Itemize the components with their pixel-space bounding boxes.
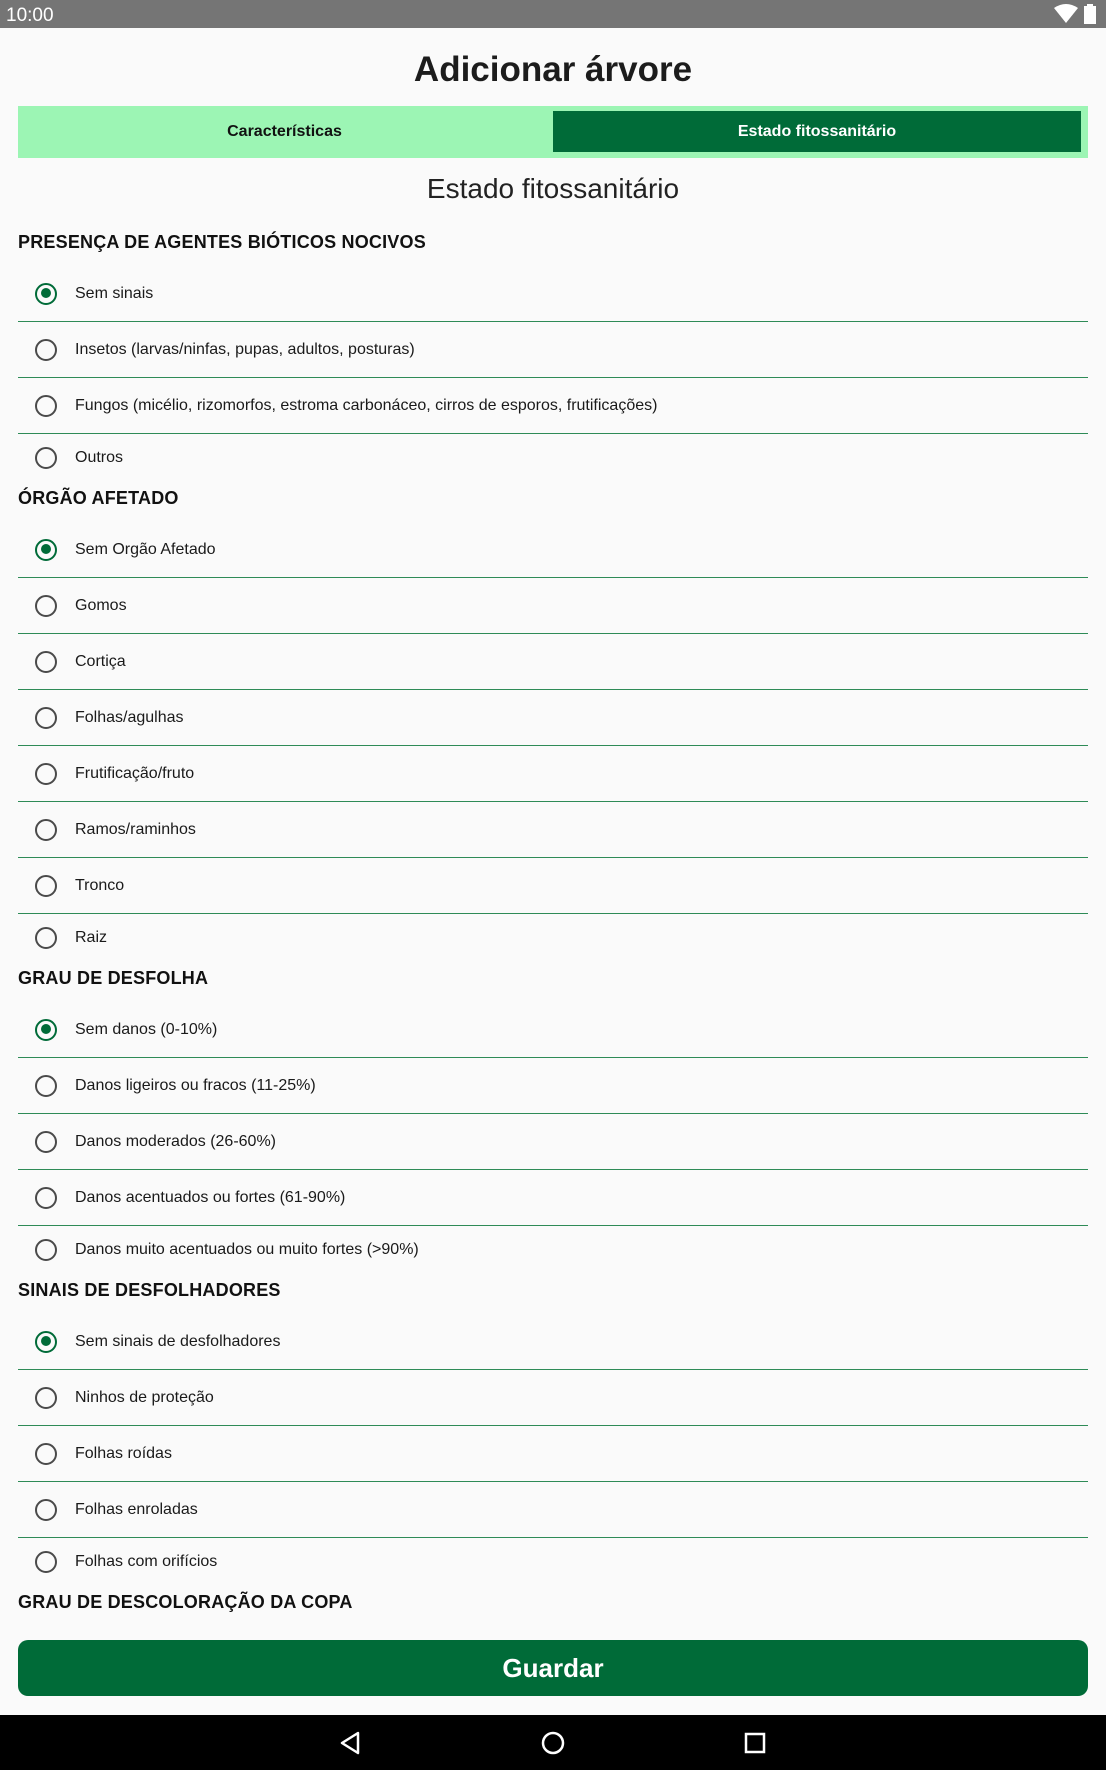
radio-checked-icon[interactable]	[35, 1330, 57, 1353]
radio-option[interactable]: Danos moderados (26-60%)	[18, 1114, 1088, 1170]
save-button[interactable]: Guardar	[18, 1640, 1088, 1696]
radio-option[interactable]: Fungos (micélio, rizomorfos, estroma car…	[18, 378, 1088, 434]
radio-option[interactable]: Folhas com orifícios	[18, 1538, 1088, 1586]
radio-option[interactable]: Cortiça	[18, 634, 1088, 690]
radio-option[interactable]: Raiz	[18, 914, 1088, 962]
radio-unchecked-icon[interactable]	[35, 1551, 57, 1573]
group-title: GRAU DE DESFOLHA	[18, 968, 209, 988]
status-time: 10:00	[6, 5, 54, 26]
radio-option[interactable]: Ramos/raminhos	[18, 802, 1088, 858]
radio-unchecked-icon[interactable]	[35, 1074, 57, 1097]
radio-unchecked-icon[interactable]	[35, 927, 57, 949]
battery-icon	[1084, 4, 1096, 24]
radio-option-label: Folhas com orifícios	[75, 1553, 218, 1570]
recents-icon[interactable]	[737, 1725, 773, 1761]
radio-unchecked-icon[interactable]	[35, 1498, 57, 1521]
radio-unchecked-icon[interactable]	[35, 1239, 57, 1261]
status-bar: 10:00	[0, 0, 1106, 28]
radio-option[interactable]: Insetos (larvas/ninfas, pupas, adultos, …	[18, 322, 1088, 378]
radio-option[interactable]: Folhas roídas	[18, 1426, 1088, 1482]
radio-option[interactable]: Sem sinais de desfolhadores	[18, 1314, 1088, 1370]
radio-checked-icon[interactable]	[35, 538, 57, 561]
radio-unchecked-icon[interactable]	[35, 394, 57, 417]
radio-checked-icon[interactable]	[35, 1018, 57, 1041]
radio-option[interactable]: Outros	[18, 434, 1088, 482]
radio-option-label: Sem Orgão Afetado	[75, 540, 216, 558]
radio-option-label: Danos ligeiros ou fracos (11-25%)	[75, 1076, 316, 1094]
radio-option-label: Raiz	[75, 929, 108, 946]
radio-option-label: Insetos (larvas/ninfas, pupas, adultos, …	[75, 340, 415, 358]
radio-option[interactable]: Gomos	[18, 578, 1088, 634]
radio-option-label: Tronco	[75, 876, 125, 894]
radio-unchecked-icon[interactable]	[35, 874, 57, 897]
group-title: SINAIS DE DESFOLHADORES	[18, 1280, 281, 1300]
section-heading: Estado fitossanitário	[426, 173, 680, 204]
form-groups: PRESENÇA DE AGENTES BIÓTICOS NOCIVOS Sem …	[18, 226, 1088, 1626]
tab-estado-fitossanitario[interactable]: Estado fitossanitário	[553, 111, 1081, 152]
radio-option-label: Danos muito acentuados ou muito fortes (…	[75, 1241, 419, 1258]
radio-option[interactable]: Folhas/agulhas	[18, 690, 1088, 746]
group-title: ÓRGÃO AFETADO	[18, 488, 179, 508]
radio-option-label: Sem sinais	[75, 284, 154, 302]
radio-option-label: Folhas enroladas	[75, 1500, 198, 1518]
radio-unchecked-icon[interactable]	[35, 706, 57, 729]
radio-unchecked-icon[interactable]	[35, 338, 57, 361]
radio-option-label: Danos acentuados ou fortes (61-90%)	[75, 1188, 346, 1206]
tab-caracteristicas[interactable]: Características	[23, 111, 546, 152]
radio-option-label: Danos moderados (26-60%)	[75, 1132, 276, 1150]
wifi-icon	[1054, 4, 1078, 23]
radio-option[interactable]: Danos muito acentuados ou muito fortes (…	[18, 1226, 1088, 1274]
radio-option-label: Outros	[75, 449, 124, 466]
radio-option-label: Sem sinais de desfolhadores	[75, 1332, 281, 1350]
radio-unchecked-icon[interactable]	[35, 1386, 57, 1409]
radio-option-label: Frutificação/fruto	[75, 764, 195, 782]
radio-option-label: Gomos	[75, 596, 127, 614]
radio-option[interactable]: Frutificação/fruto	[18, 746, 1088, 802]
radio-unchecked-icon[interactable]	[35, 1186, 57, 1209]
radio-unchecked-icon[interactable]	[35, 447, 57, 469]
radio-option[interactable]: Sem sinais	[18, 266, 1088, 322]
status-icons	[1054, 4, 1096, 24]
radio-option-label: Folhas/agulhas	[75, 708, 184, 726]
radio-checked-icon[interactable]	[35, 282, 57, 305]
radio-unchecked-icon[interactable]	[35, 1442, 57, 1465]
navigation-bar	[0, 1715, 1106, 1770]
radio-unchecked-icon[interactable]	[35, 1130, 57, 1153]
radio-unchecked-icon[interactable]	[35, 594, 57, 617]
radio-option-label: Ramos/raminhos	[75, 820, 196, 838]
radio-unchecked-icon[interactable]	[35, 818, 57, 841]
radio-option[interactable]: Danos acentuados ou fortes (61-90%)	[18, 1170, 1088, 1226]
radio-unchecked-icon[interactable]	[35, 762, 57, 785]
home-icon[interactable]	[535, 1725, 571, 1761]
group-title: PRESENÇA DE AGENTES BIÓTICOS NOCIVOS	[18, 232, 426, 252]
radio-option-label: Fungos (micélio, rizomorfos, estroma car…	[75, 396, 658, 414]
page-title: Adicionar árvore	[413, 50, 693, 89]
radio-option[interactable]: Tronco	[18, 858, 1088, 914]
radio-unchecked-icon[interactable]	[35, 650, 57, 673]
radio-option-label: Ninhos de proteção	[75, 1388, 214, 1406]
radio-option[interactable]: Ninhos de proteção	[18, 1370, 1088, 1426]
radio-option-label: Sem danos (0-10%)	[75, 1020, 218, 1038]
radio-option[interactable]: Sem Orgão Afetado	[18, 522, 1088, 578]
radio-option-label: Folhas roídas	[75, 1444, 172, 1462]
radio-option-label: Cortiça	[75, 652, 126, 670]
tab-bar: Características Estado fitossanitário	[18, 106, 1088, 158]
radio-option[interactable]: Sem danos (0-10%)	[18, 1002, 1088, 1058]
group-title: GRAU DE DESCOLORAÇÃO DA COPA	[18, 1592, 353, 1612]
radio-option[interactable]: Danos ligeiros ou fracos (11-25%)	[18, 1058, 1088, 1114]
back-icon[interactable]	[332, 1725, 368, 1761]
radio-option[interactable]: Folhas enroladas	[18, 1482, 1088, 1538]
